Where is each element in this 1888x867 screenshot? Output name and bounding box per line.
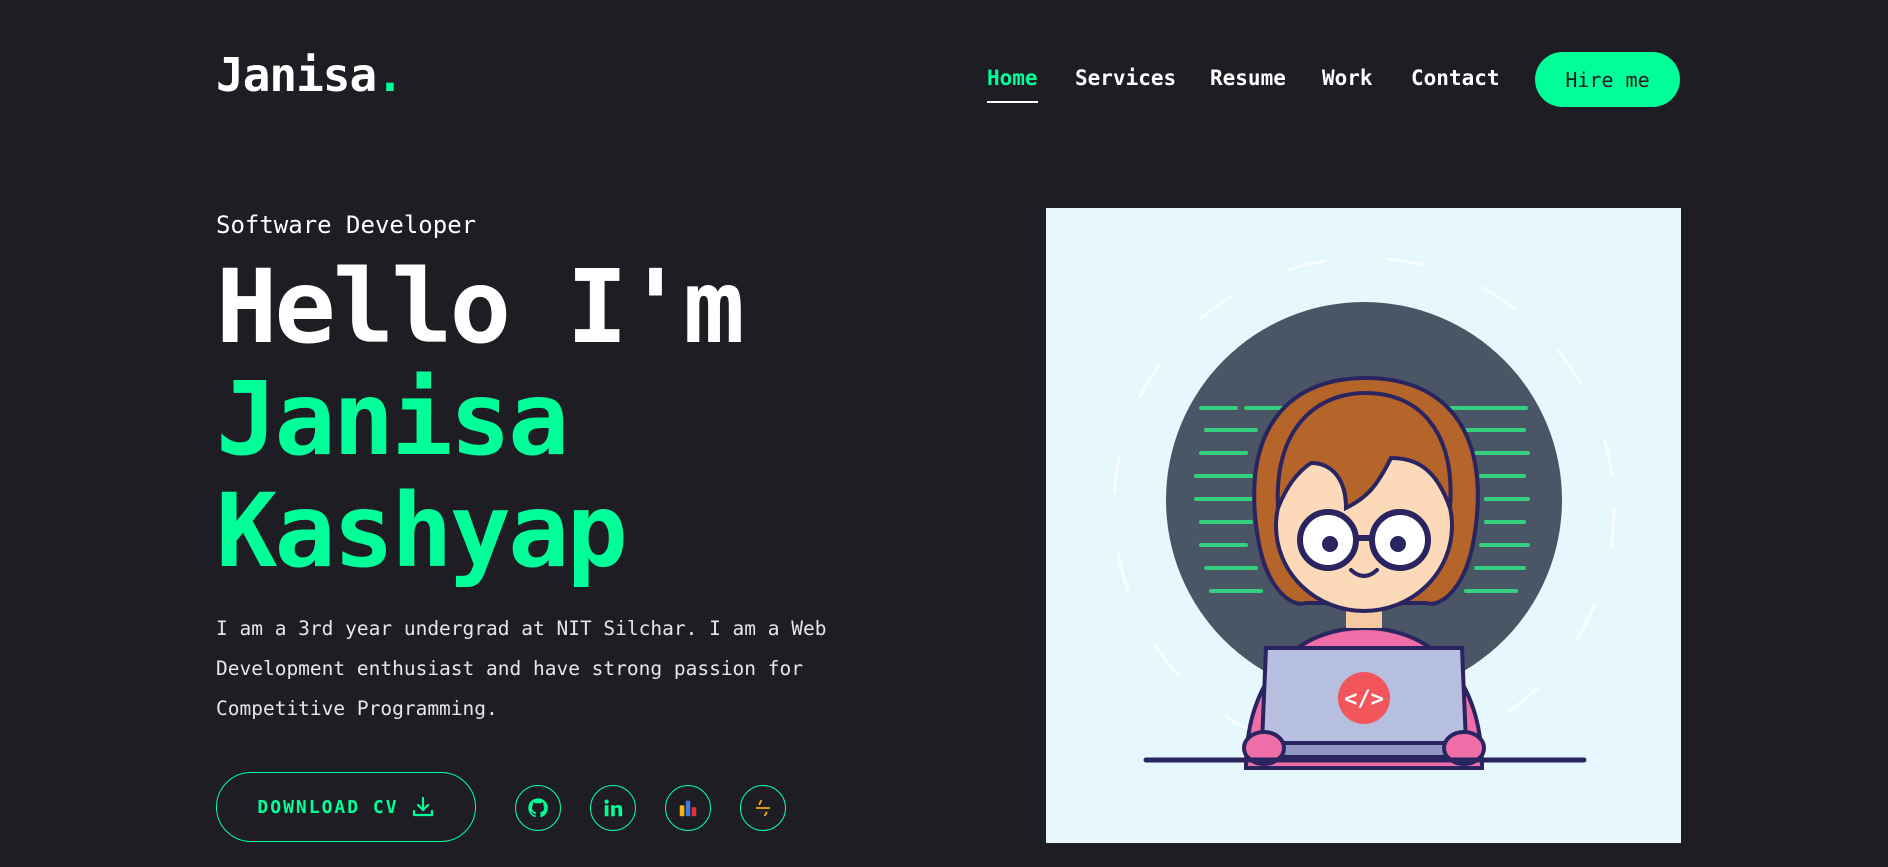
codechef-icon [679,800,697,817]
download-cv-button[interactable]: DOWNLOAD CV [216,772,476,842]
developer-girl-illustration: </> [1112,256,1616,770]
nav-work[interactable]: Work [1322,66,1373,90]
download-cv-label: DOWNLOAD CV [257,796,399,818]
nav-services[interactable]: Services [1075,66,1176,90]
download-icon [412,796,433,817]
linkedin-icon [604,799,623,817]
last-name: Kashyap [216,472,628,591]
laptop-badge-text: </> [1344,687,1384,712]
nav-contact[interactable]: Contact [1411,66,1500,90]
logo-dot: . [376,48,404,102]
nav-resume[interactable]: Resume [1210,66,1286,90]
codeforces-icon [755,799,771,817]
first-name: Janisa [216,360,569,479]
codeforces-link[interactable] [740,785,786,831]
github-icon [528,798,548,818]
github-link[interactable] [515,785,561,831]
hire-me-button[interactable]: Hire me [1535,52,1680,107]
greeting-heading: Hello I'm [216,248,745,367]
nav-home[interactable]: Home [987,66,1038,103]
role-subtitle: Software Developer [216,211,477,239]
logo[interactable]: Janisa. [216,52,404,98]
logo-text: Janisa [216,48,377,102]
codechef-link[interactable] [665,785,711,831]
page: Janisa. Home Services Resume Work Contac… [0,0,1888,867]
bio-text: I am a 3rd year undergrad at NIT Silchar… [216,617,827,720]
linkedin-link[interactable] [590,785,636,831]
name-heading: Janisa Kashyap [216,360,628,591]
profile-illustration: </> [1046,208,1681,843]
